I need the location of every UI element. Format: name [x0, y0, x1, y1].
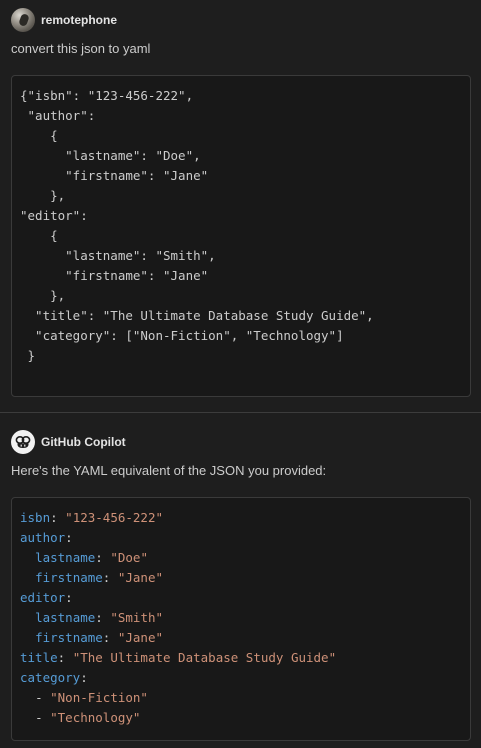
code-line: "firstname": "Jane": [20, 168, 209, 183]
code-line: "author":: [20, 108, 96, 123]
code-line: },: [20, 188, 66, 203]
code-line: },: [20, 288, 66, 303]
assistant-message-header: GitHub Copilot: [11, 430, 126, 454]
yaml-value: "Smith": [110, 610, 164, 625]
yaml-code-block: isbn: "123-456-222" author: lastname: "D…: [11, 497, 471, 741]
yaml-value: "Jane": [117, 630, 164, 645]
code-line: "lastname": "Doe",: [20, 148, 201, 163]
code-line: "category": ["Non-Fiction", "Technology"…: [20, 328, 344, 343]
yaml-key: firstname: [35, 630, 103, 645]
user-message-header: remotephone: [11, 8, 117, 32]
copilot-icon: [11, 430, 35, 454]
user-avatar-icon: [11, 8, 35, 32]
yaml-value: "123-456-222": [65, 510, 164, 525]
yaml-list-item: "Technology": [50, 710, 141, 725]
code-line: }: [20, 348, 36, 363]
code-line: {: [20, 128, 58, 143]
assistant-name: GitHub Copilot: [41, 435, 126, 449]
assistant-reply-text: Here's the YAML equivalent of the JSON y…: [11, 463, 327, 478]
code-line: {"isbn": "123-456-222",: [20, 88, 194, 103]
yaml-key: editor: [20, 590, 66, 605]
yaml-key: isbn: [20, 510, 51, 525]
user-name: remotephone: [41, 13, 118, 27]
yaml-key: title: [20, 650, 58, 665]
code-line: {: [20, 228, 58, 243]
yaml-list-item: "Non-Fiction": [50, 690, 148, 705]
yaml-key: category: [20, 670, 81, 685]
json-code-block: {"isbn": "123-456-222", "author": { "las…: [11, 75, 471, 397]
yaml-value: "The Ultimate Database Study Guide": [72, 650, 337, 665]
yaml-key: firstname: [35, 570, 103, 585]
yaml-code: isbn: "123-456-222" author: lastname: "D…: [20, 510, 337, 725]
code-line: "editor":: [20, 208, 88, 223]
json-code: {"isbn": "123-456-222", "author": { "las…: [20, 86, 374, 366]
yaml-key: author: [20, 530, 66, 545]
yaml-value: "Doe": [110, 550, 148, 565]
code-line: "firstname": "Jane": [20, 268, 209, 283]
user-prompt-text: convert this json to yaml: [11, 41, 151, 56]
code-line: "title": "The Ultimate Database Study Gu…: [20, 308, 374, 323]
code-line: "lastname": "Smith",: [20, 248, 216, 263]
copilot-glyph-icon: [15, 435, 31, 448]
yaml-key: lastname: [35, 550, 96, 565]
yaml-value: "Jane": [117, 570, 164, 585]
yaml-key: lastname: [35, 610, 96, 625]
